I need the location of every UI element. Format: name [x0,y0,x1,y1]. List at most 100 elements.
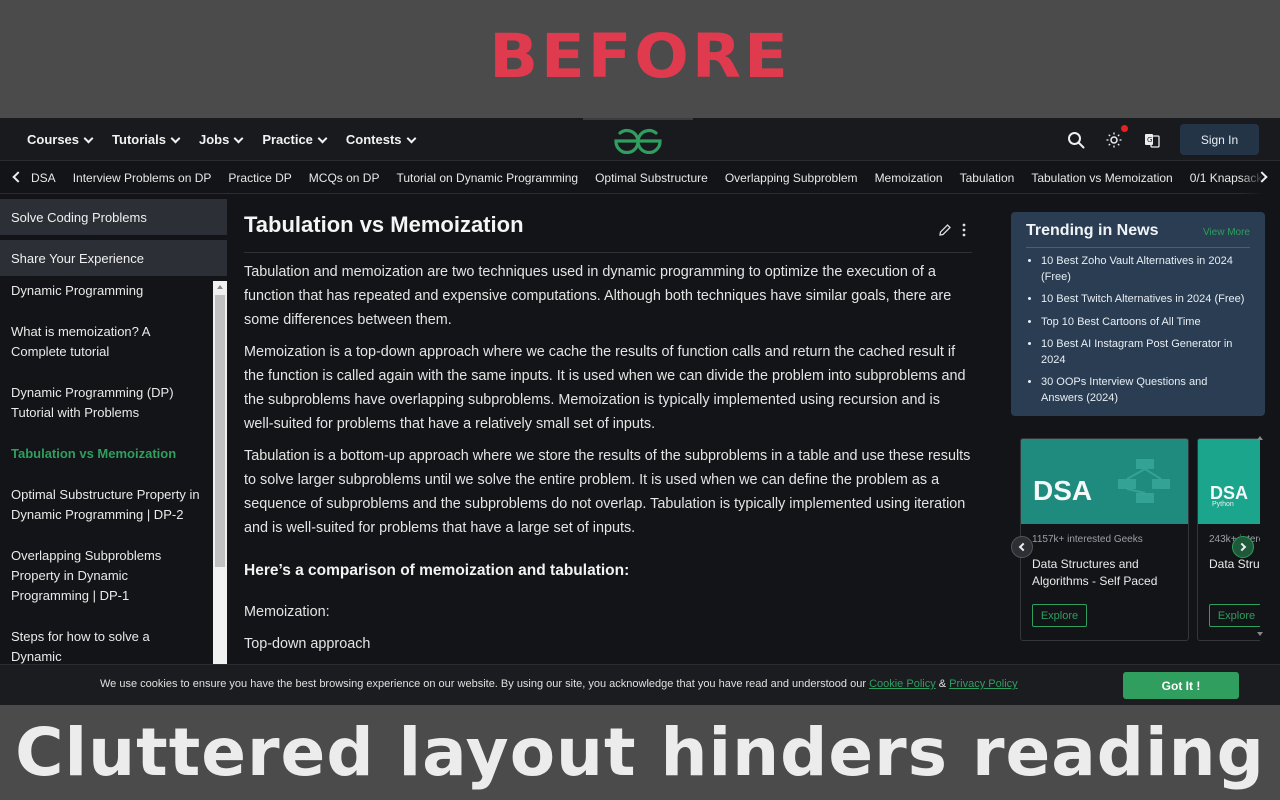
topic-subnav: DSA Interview Problems on DP Practice DP… [0,162,1280,194]
menu-practice[interactable]: Practice [262,132,328,147]
menu-label: Courses [27,132,80,147]
view-more-link[interactable]: View More [1203,227,1250,238]
article-content: Tabulation vs Memoization Tabulation and… [244,199,972,656]
list-item: Top-down approach [244,636,371,652]
subnav-item[interactable]: Optimal Substructure [595,171,708,185]
before-caption-banner: BEFORE [0,0,1280,118]
sidebar-share-experience[interactable]: Share Your Experience [0,240,227,276]
flowchart-icon [1118,459,1170,503]
chevron-down-icon [83,133,94,143]
trending-title: Trending in News [1026,222,1159,239]
carousel-prev-button[interactable] [1011,536,1033,558]
cookie-text: We use cookies to ensure you have the be… [100,678,1018,690]
sidebar-item[interactable]: Steps for how to solve a Dynamic [0,627,213,667]
scrollbar-thumb[interactable] [215,295,225,567]
chevron-down-icon [233,133,244,143]
menu-label: Tutorials [112,132,166,147]
sidebar: Solve Coding Problems Share Your Experie… [0,199,227,705]
section-heading: Here’s a comparison of memoization and t… [244,562,630,579]
trending-news-panel: Trending in News View More 10 Best Zoho … [1011,212,1265,416]
before-caption: BEFORE [489,21,791,93]
subnav-item[interactable]: Practice DP [228,171,291,185]
search-icon[interactable] [1066,130,1086,150]
course-card[interactable]: DSA 1157k+ interested Geeks Data Structu… [1020,438,1189,641]
subnav-items: DSA Interview Problems on DP Practice DP… [31,162,1280,194]
menu-contests[interactable]: Contests [345,132,416,147]
sidebar-scrollbar[interactable] [213,281,227,705]
course-thumbnail: DSA Python [1198,439,1260,524]
subnav-item[interactable]: Overlapping Subproblem [725,171,858,185]
course-carousel: DSA 1157k+ interested Geeks Data Structu… [1020,438,1260,643]
sidebar-item[interactable]: Optimal Substructure Property in Dynamic… [0,485,213,525]
chevron-right-icon [1237,542,1247,552]
carousel-next-button[interactable] [1232,536,1254,558]
trending-header: Trending in News View More [1026,222,1250,248]
chevron-down-icon [317,133,328,143]
privacy-policy-link[interactable]: Privacy Policy [949,678,1017,690]
scroll-up-icon[interactable] [217,285,223,289]
translate-icon[interactable]: G [1142,130,1162,150]
subnav-item[interactable]: Tabulation [960,171,1015,185]
carousel-scroll-up-icon[interactable] [1257,436,1263,440]
bottom-caption: Cluttered layout hinders reading [15,714,1265,791]
course-badge: DSA [1033,475,1093,506]
cookie-ampersand: & [938,678,947,690]
sidebar-item[interactable]: Dynamic Programming [0,281,213,301]
browser-page: Courses Tutorials Jobs Practice Contests… [0,118,1280,705]
more-options-icon[interactable] [962,223,966,242]
sidebar-item-active[interactable]: Tabulation vs Memoization [0,444,213,464]
notification-dot [1121,124,1128,132]
carousel-scroll-down-icon[interactable] [1257,632,1263,636]
edit-pencil-icon[interactable] [938,223,952,242]
subnav-item[interactable]: Tabulation vs Memoization [1031,171,1172,185]
course-thumbnail: DSA [1021,439,1188,524]
top-navigation: Courses Tutorials Jobs Practice Contests… [0,118,1280,161]
course-name: Data Structures and Algorithms - Self Pa… [1032,557,1158,588]
cookie-banner: We use cookies to ensure you have the be… [0,664,1280,705]
subnav-item[interactable]: MCQs on DP [309,171,380,185]
chevron-down-icon [170,133,181,143]
trending-item[interactable]: 10 Best Zoho Vault Alternatives in 2024 … [1041,254,1250,285]
explore-button[interactable]: Explore [1209,604,1260,627]
cookie-policy-link[interactable]: Cookie Policy [869,678,936,690]
svg-text:G: G [1147,136,1152,144]
trending-item[interactable]: 10 Best AI Instagram Post Generator in 2… [1041,337,1250,368]
main-menu: Courses Tutorials Jobs Practice Contests [27,118,416,161]
trending-item[interactable]: 30 OOPs Interview Questions and Answers … [1041,375,1250,406]
trending-item[interactable]: 10 Best Twitch Alternatives in 2024 (Fre… [1041,292,1250,308]
subnav-item[interactable]: Tutorial on Dynamic Programming [396,171,578,185]
menu-label: Jobs [198,132,230,147]
chevron-down-icon [406,133,416,143]
menu-courses[interactable]: Courses [27,132,94,147]
sidebar-item[interactable]: Dynamic Programming (DP) Tutorial with P… [0,383,213,423]
sidebar-item[interactable]: Overlapping Subproblems Property in Dyna… [0,546,213,606]
theme-toggle-icon[interactable] [1104,124,1128,150]
article-title: Tabulation vs Memoization [244,199,972,253]
course-badge-sub: Python [1212,501,1234,508]
sidebar-solve-problems[interactable]: Solve Coding Problems [0,199,227,235]
sidebar-item[interactable]: What is memoization? A Complete tutorial [0,322,213,362]
menu-label: Contests [345,132,402,147]
menu-label: Practice [262,132,313,147]
subnav-item[interactable]: Interview Problems on DP [73,171,212,185]
article-tools [938,223,966,242]
chevron-left-icon[interactable] [12,171,24,183]
paragraph: Tabulation is a bottom-up approach where… [244,448,971,536]
menu-tutorials[interactable]: Tutorials [112,132,181,147]
subnav-item[interactable]: Memoization [875,171,943,185]
interested-count: 1157k+ interested Geeks [1032,534,1143,545]
geeks-logo-icon [614,128,662,154]
top-right-actions: G Sign In [1066,124,1259,155]
menu-jobs[interactable]: Jobs [198,132,244,147]
sign-in-button[interactable]: Sign In [1180,124,1259,155]
chevron-left-icon [1018,542,1028,552]
paragraph: Tabulation and memoization are two techn… [244,264,952,328]
accept-cookies-button[interactable]: Got It ! [1123,672,1239,699]
trending-item[interactable]: Top 10 Best Cartoons of All Time [1041,315,1250,331]
caption-banner: Cluttered layout hinders reading [0,705,1280,800]
list-label: Memoization: [244,604,330,620]
site-logo[interactable] [583,118,693,161]
explore-button[interactable]: Explore [1032,604,1087,627]
sidebar-article-list: Dynamic Programming What is memoization?… [0,281,213,705]
subnav-item[interactable]: DSA [31,171,56,185]
